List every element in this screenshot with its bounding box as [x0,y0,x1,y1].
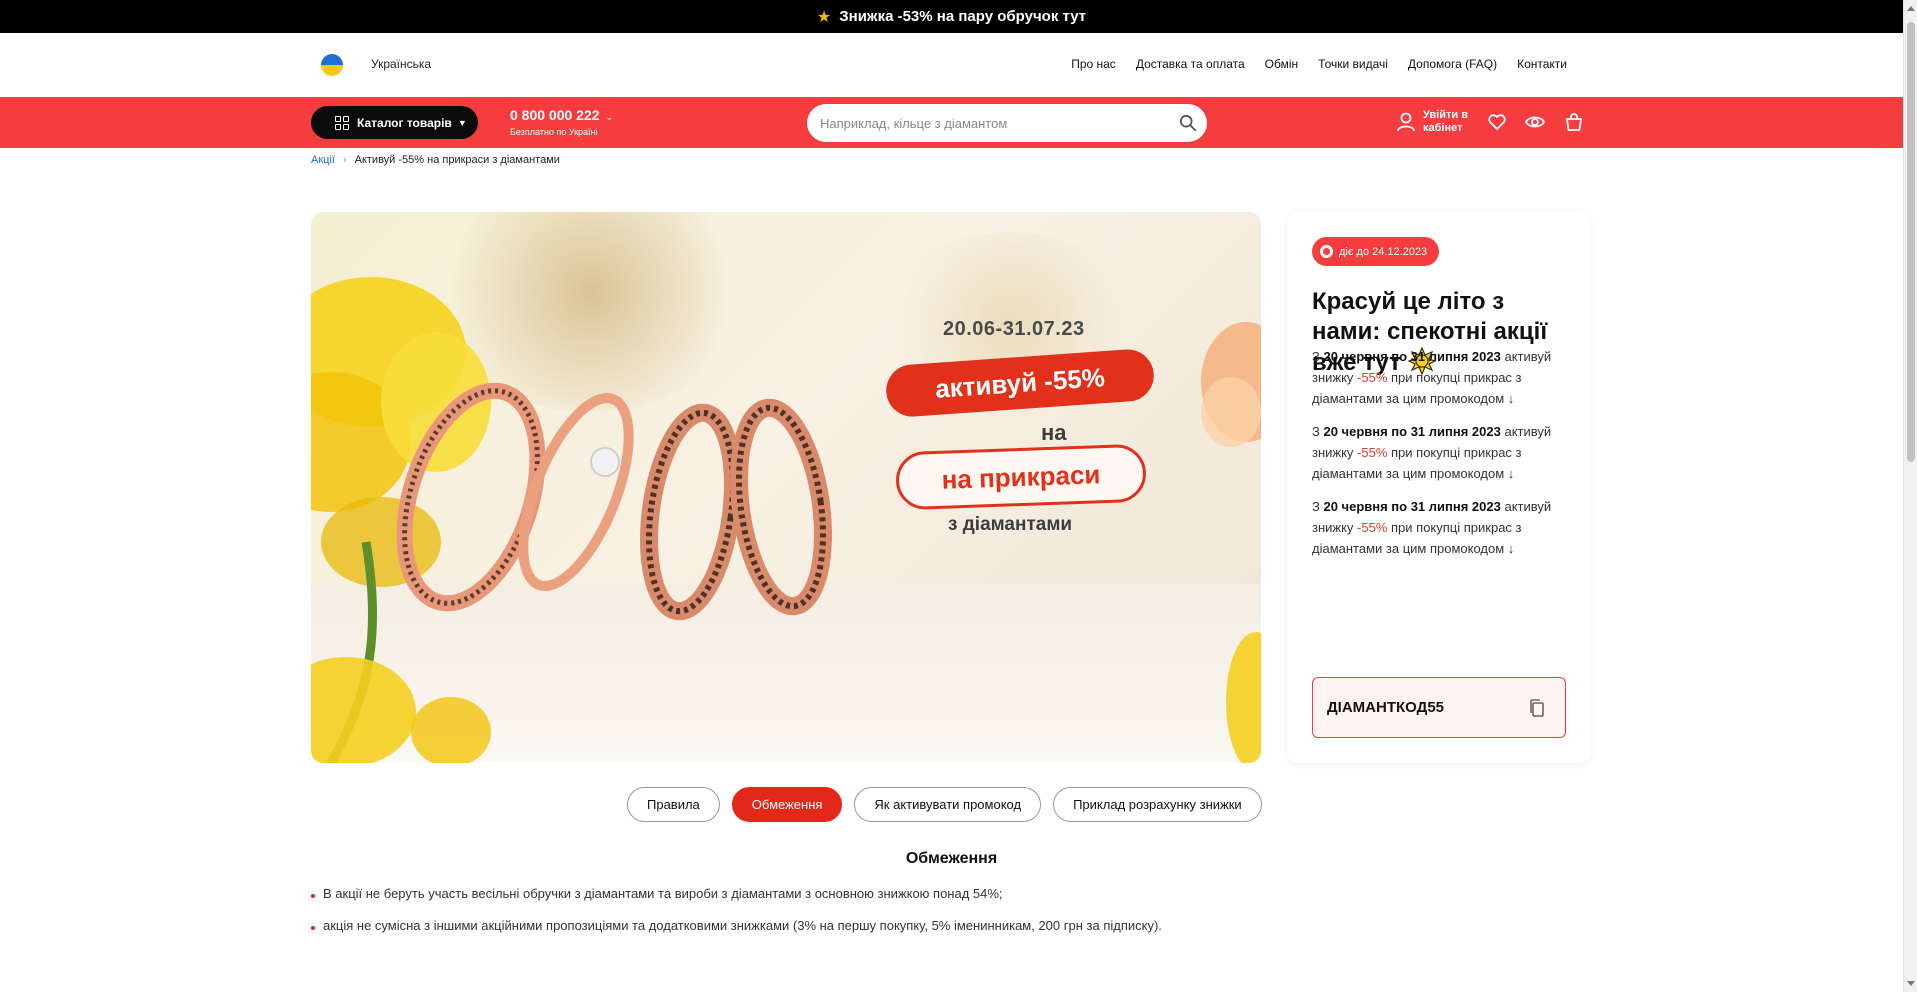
language-switcher[interactable] [321,54,343,76]
nav-link-contacts[interactable]: Контакти [1517,57,1567,71]
top-nav: Українська Про нас Доставка та оплата Об… [0,33,1903,97]
eye-icon[interactable] [1525,112,1545,132]
search-icon[interactable] [1179,114,1197,132]
top-links: Про нас Доставка та оплата Обмін Точки в… [1071,57,1567,71]
validity-badge: діє до 24.12.2023 [1312,237,1440,266]
tab-restrictions[interactable]: Обмеження [731,787,843,822]
ukraine-flag-icon [321,54,343,76]
catalog-label: Каталог товарів [357,115,452,130]
tab-discount-example[interactable]: Приклад розрахунку знижки [1053,787,1262,822]
clock-icon [1320,245,1333,258]
banner-connector: на [1041,420,1067,445]
banner-subtitle: з діамантами [948,514,1073,535]
nav-link-faq[interactable]: Допомога (FAQ) [1408,57,1497,71]
page-scrollbar[interactable] [1903,0,1917,992]
phone-note: Безплатно по Україні [510,127,598,137]
banner-date: 20.06-31.07.23 [943,318,1085,340]
breadcrumb: Акції › Активуй -55% на прикраси з діама… [311,154,560,166]
star-icon: ★ [816,8,832,26]
copy-icon[interactable] [1527,698,1547,718]
account-label-line1: Увійти в [1423,109,1468,121]
language-label[interactable]: Українська [371,57,431,71]
tab-rules[interactable]: Правила [627,787,720,822]
grid-icon [335,115,349,130]
nav-link-delivery[interactable]: Доставка та оплата [1136,57,1245,71]
phone-block[interactable]: 0 800 000 222 ⌄ Безплатно по Україні [510,107,613,137]
section-title: Обмеження [905,850,998,867]
user-icon [1397,112,1415,132]
bullet-icon [311,893,315,898]
nav-link-exchange[interactable]: Обмін [1265,57,1299,71]
promo-banner: 20.06-31.07.23 активуй -55% на на прикра… [311,212,1261,763]
phone-number: 0 800 000 222 [510,107,600,123]
chevron-down-icon: ⌄ [605,112,614,122]
shopping-bag-icon[interactable] [1564,112,1584,132]
info-tabs: Правила Обмеження Як активувати промокод… [627,787,1262,822]
main-header: Каталог товарів ▼ 0 800 000 222 ⌄ Безплат… [0,97,1903,148]
search-box [807,104,1207,142]
account-button[interactable]: Увійти в кабінет [1397,109,1468,135]
chevron-right-icon: › [342,154,347,166]
promo-code-box[interactable]: ДІАМАНТКОД55 [1312,677,1566,738]
caret-down-icon: ▼ [457,117,467,128]
scroll-down-icon[interactable] [1907,981,1915,986]
tab-how-to-activate[interactable]: Як активувати промокод [854,787,1042,822]
top-promo-bar[interactable]: ★ Знижка -53% на пару обручок тут [0,0,1903,33]
account-label-line2: кабінет [1423,122,1463,134]
list-item: акція не сумісна з іншими акційними проп… [311,918,1162,933]
scrollbar-thumb[interactable] [1907,22,1915,462]
offer-paragraph: З 20 червня по 31 липня 2023 активуй зни… [1312,349,1552,406]
banner-subject: на прикраси [895,443,1147,511]
list-item: В акції не беруть участь весільні обручк… [311,886,1003,901]
scroll-up-icon[interactable] [1907,6,1915,11]
validity-text: діє до 24.12.2023 [1339,245,1428,258]
heart-icon[interactable] [1487,112,1507,132]
promo-code: ДІАМАНТКОД55 [1327,699,1445,716]
offer-card: діє до 24.12.2023 Красуй це літо з нами:… [1287,212,1591,763]
offer-paragraph: З 20 червня по 31 липня 2023 активуй зни… [1312,424,1552,481]
bullet-icon [311,925,315,930]
search-input[interactable] [820,115,1170,131]
nav-link-pickup-points[interactable]: Точки видачі [1318,57,1388,71]
nav-link-about[interactable]: Про нас [1071,57,1116,71]
offer-paragraph: З 20 червня по 31 липня 2023 активуй зни… [1312,499,1552,556]
top-promo-text: Знижка -53% на пару обручок тут [839,8,1087,25]
breadcrumb-parent-link[interactable]: Акції [311,154,335,166]
breadcrumb-current: Активуй -55% на прикраси з діамантами [354,154,560,166]
catalog-button[interactable]: Каталог товарів ▼ [311,106,478,139]
